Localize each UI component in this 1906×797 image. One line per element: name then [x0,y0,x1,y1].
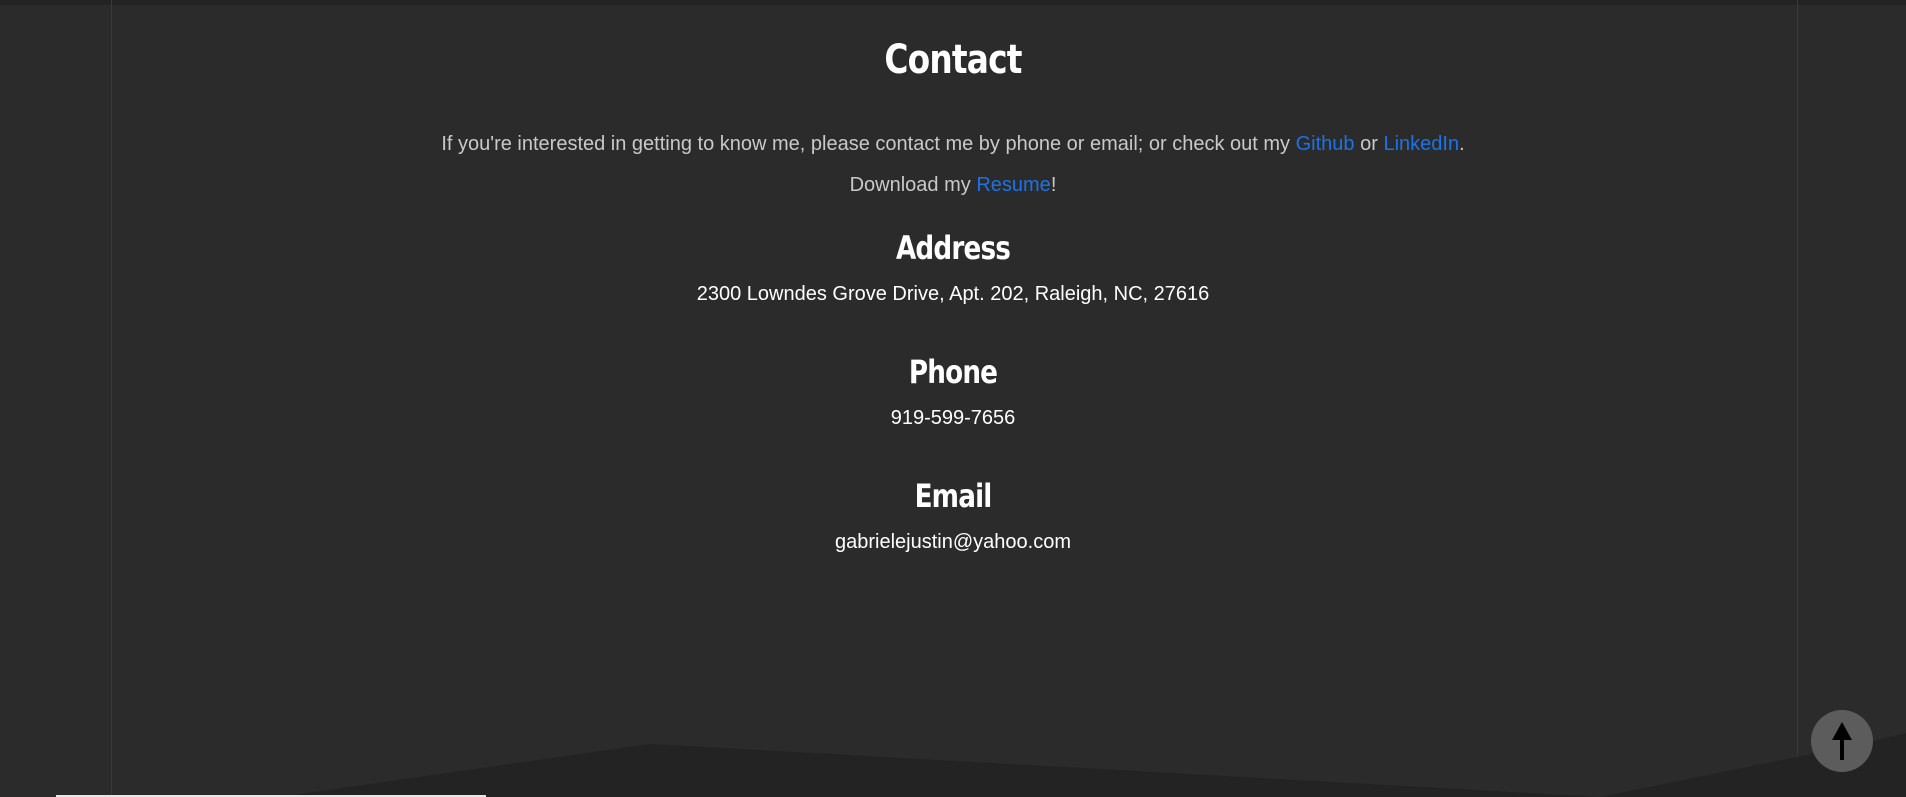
github-link[interactable]: Github [1296,133,1355,155]
intro-or-text: or [1354,133,1384,155]
arrow-up-icon [1832,722,1852,760]
scroll-to-top-button[interactable] [1811,710,1873,772]
download-suffix-text: ! [1050,174,1057,196]
resume-link[interactable]: Resume [976,174,1050,196]
email-value: gabrielejustin@yahoo.com [835,531,1071,553]
download-resume-line: Download my Resume! [0,171,1906,199]
phone-value: 919-599-7656 [890,407,1016,429]
email-heading: Email [914,477,993,515]
bottom-decorative-shape [0,733,1906,797]
linkedin-link[interactable]: LinkedIn [1383,133,1459,155]
intro-suffix-text: . [1459,133,1465,155]
page-title: Contact [884,37,1022,83]
address-heading: Address [895,229,1011,267]
phone-heading: Phone [908,353,998,391]
intro-text: If you're interested in getting to know … [441,133,1296,155]
contact-intro: If you're interested in getting to know … [0,130,1906,158]
address-value: 2300 Lowndes Grove Drive, Apt. 202, Rale… [696,283,1210,305]
download-prefix-text: Download my [849,174,977,196]
contact-page: Contact If you're interested in getting … [0,0,1906,797]
